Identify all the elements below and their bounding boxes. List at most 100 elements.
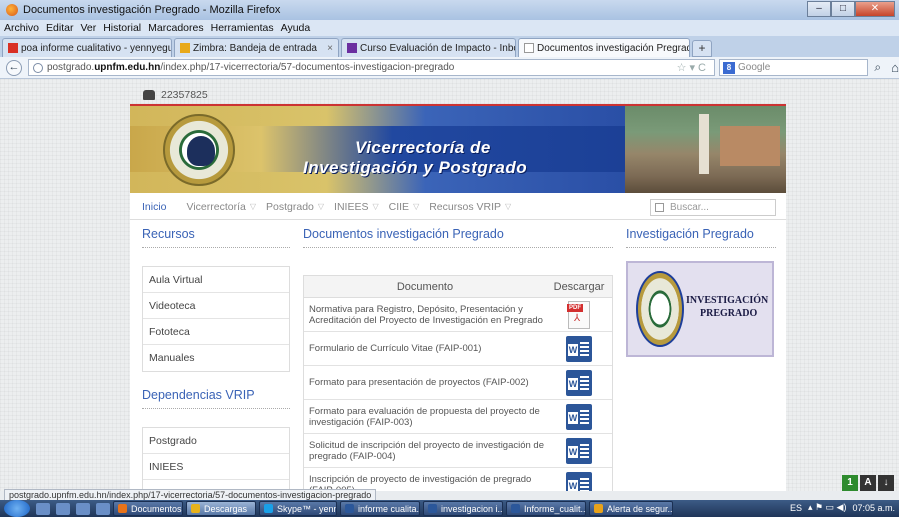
table-row: Normativa para Registro, Depósito, Prese… <box>304 298 612 332</box>
menu-bar: Archivo Editar Ver Historial Marcadores … <box>0 20 899 36</box>
badge-icon[interactable]: 1 <box>842 475 858 491</box>
word-download-icon[interactable]: W <box>566 335 592 362</box>
investigacion-pregrado-banner[interactable]: INVESTIGACIÓN PREGRADO <box>626 261 774 357</box>
quicklaunch-icon[interactable] <box>96 502 110 515</box>
bookmark-star-icon[interactable]: ☆ ▾ C <box>677 61 706 74</box>
download-badge-icon[interactable]: ↓ <box>878 475 894 491</box>
menu-inicio[interactable]: Inicio <box>142 201 167 213</box>
close-tab-icon[interactable]: × <box>322 43 333 54</box>
right-sidebar: Investigación Pregrado INVESTIGACIÓN PRE… <box>626 227 776 357</box>
tray-icons[interactable]: ▴ ⚑ ▭ ◀) <box>808 502 847 513</box>
search-icon <box>655 203 664 212</box>
taskbar-item-informe-cualit[interactable]: Informe_cualit... <box>506 501 586 516</box>
skype-icon <box>264 504 273 513</box>
table-row: Solicitud de inscripción del proyecto de… <box>304 434 612 468</box>
recursos-item-videoteca[interactable]: Videoteca <box>143 293 289 319</box>
start-button[interactable] <box>4 500 30 517</box>
table-row: Formato para evaluación de propuesta del… <box>304 400 612 434</box>
chevron-down-icon: ▽ <box>249 202 257 211</box>
firefox-icon <box>6 4 18 16</box>
word-download-icon[interactable]: W <box>566 437 592 464</box>
site-identity-icon[interactable] <box>32 62 43 73</box>
taskbar-item-skype[interactable]: Skype™ - yenn... <box>259 501 337 516</box>
word-icon <box>345 504 354 513</box>
table-header: Documento Descargar <box>304 276 612 298</box>
menu-editar[interactable]: Editar <box>46 22 73 34</box>
search-icon[interactable]: ⌕ <box>874 60 881 75</box>
tab-zimbra[interactable]: Zimbra: Bandeja de entrada × <box>174 38 339 57</box>
word-download-icon[interactable]: W <box>566 369 592 396</box>
promo-line1: INVESTIGACIÓN <box>686 295 769 306</box>
gmail-icon <box>8 43 18 53</box>
menu-ayuda[interactable]: Ayuda <box>281 22 311 34</box>
chevron-down-icon: ▽ <box>317 202 325 211</box>
tab-yahoo[interactable]: Curso Evaluación de Impacto - Inbox ... … <box>341 38 516 57</box>
tab-strip: poa informe cualitativo - yennyeguig... … <box>0 36 899 57</box>
taskbar: Documentos in... Descargas Skype™ - yenn… <box>0 500 899 517</box>
minimize-button[interactable]: – <box>807 1 831 17</box>
chevron-down-icon: ▽ <box>413 202 420 211</box>
quicklaunch-icon[interactable] <box>36 502 50 515</box>
recursos-item-aula-virtual[interactable]: Aula Virtual <box>143 267 289 293</box>
pdf-download-icon[interactable]: PDF ⅄ <box>567 300 590 329</box>
back-icon[interactable]: ← <box>6 59 22 76</box>
firefox-icon <box>191 504 200 513</box>
banner-title-line2: Investigación y Postgrado <box>303 158 528 177</box>
window-titlebar: Documentos investigación Pregrado - Mozi… <box>0 0 899 20</box>
recursos-item-manuales[interactable]: Manuales <box>143 345 289 371</box>
menu-herramientas[interactable]: Herramientas <box>211 22 274 34</box>
document-name: Formato para presentación de proyectos (… <box>309 377 529 388</box>
menu-archivo[interactable]: Archivo <box>4 22 39 34</box>
column-documento: Documento <box>396 280 454 293</box>
menu-marcadores[interactable]: Marcadores <box>148 22 203 34</box>
badge-icon[interactable]: A <box>860 475 876 491</box>
language-indicator[interactable]: ES <box>790 503 802 513</box>
clock[interactable]: 07:05 a.m. <box>852 503 895 513</box>
dependencias-item-postgrado[interactable]: Postgrado <box>143 428 289 454</box>
menu-ciie[interactable]: CIIE ▽ <box>389 201 420 213</box>
left-sidebar: Recursos Aula Virtual Videoteca Fototeca… <box>142 227 290 491</box>
maximize-button[interactable]: □ <box>831 1 855 17</box>
close-window-button[interactable]: ✕ <box>855 1 895 17</box>
chevron-down-icon: ▽ <box>372 202 379 211</box>
menu-historial[interactable]: Historial <box>103 22 141 34</box>
recursos-heading: Recursos <box>142 227 290 248</box>
taskbar-item-informe[interactable]: informe cualita... <box>340 501 420 516</box>
word-download-icon[interactable]: W <box>566 403 592 430</box>
navigation-bar: ← postgrado.upnfm.edu.hn/index.php/17-vi… <box>0 57 899 79</box>
document-name: Formulario de Currículo Vitae (FAIP-001) <box>309 343 482 354</box>
main-content: Documentos investigación Pregrado Docume… <box>303 227 613 491</box>
tab-documentos[interactable]: Documentos investigación Pregrado × <box>518 38 690 57</box>
menu-postgrado[interactable]: Postgrado ▽ <box>266 201 324 213</box>
taskbar-item-descargas[interactable]: Descargas <box>186 501 256 516</box>
zimbra-icon <box>180 43 190 53</box>
site-search-input[interactable]: Buscar... <box>650 199 776 216</box>
site-menu: Inicio Vicerrectoría ▽ Postgrado ▽ INIEES ▽… <box>130 194 786 220</box>
menu-ver[interactable]: Ver <box>80 22 96 34</box>
taskbar-item-documentos[interactable]: Documentos in... <box>113 501 183 516</box>
menu-recursos-vrip[interactable]: Recursos VRIP ▽ <box>429 201 511 213</box>
recursos-item-fototeca[interactable]: Fototeca <box>143 319 289 345</box>
window-title: Documentos investigación Pregrado - Mozi… <box>23 4 281 16</box>
promo-line2: PREGRADO <box>700 308 758 319</box>
campus-photo <box>625 106 786 193</box>
firefox-icon <box>118 504 127 513</box>
menu-iniees[interactable]: INIEES ▽ <box>334 201 379 213</box>
home-icon[interactable]: ⌂ <box>891 60 899 75</box>
telephone-icon <box>143 90 155 100</box>
tab-gmail[interactable]: poa informe cualitativo - yennyeguig... … <box>2 38 172 57</box>
document-name: Formato para evaluación de propuesta del… <box>309 405 540 428</box>
new-tab-button[interactable]: + <box>692 40 712 57</box>
word-download-icon[interactable]: W <box>566 471 592 491</box>
dependencias-item-iniees[interactable]: INIEES <box>143 454 289 480</box>
yahoo-icon <box>347 43 357 53</box>
window-controls: – □ ✕ <box>807 1 895 17</box>
quicklaunch-icon[interactable] <box>56 502 70 515</box>
search-bar[interactable]: 8 Google <box>719 59 869 76</box>
page-viewport: 22357825 Vicerrectoría de Investigación … <box>0 79 899 491</box>
menu-vicerrectoria[interactable]: Vicerrectoría ▽ <box>187 201 257 213</box>
taskbar-item-alerta[interactable]: Alerta de segur... <box>589 501 673 516</box>
taskbar-item-investigacion[interactable]: investigacion i... <box>423 501 503 516</box>
quicklaunch-icon[interactable] <box>76 502 90 515</box>
url-bar[interactable]: postgrado.upnfm.edu.hn/index.php/17-vice… <box>27 59 716 76</box>
